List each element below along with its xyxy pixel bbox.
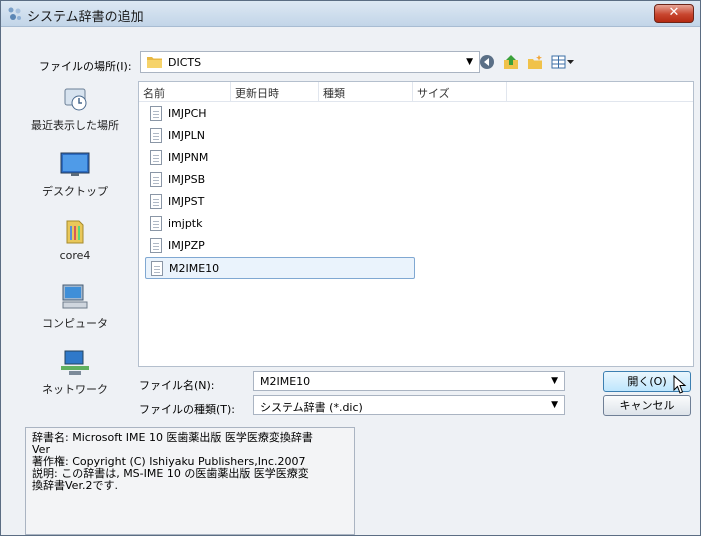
file-name: IMJPNM — [168, 151, 209, 164]
dictionary-app-icon — [8, 7, 21, 20]
file-name: IMJPZP — [168, 239, 205, 252]
close-button[interactable]: ✕ — [654, 4, 694, 23]
dialog-window: システム辞書の追加 ✕ ファイルの場所(I): DICTS ▼ 最近表示した場所… — [0, 0, 701, 536]
place-label: ネットワーク — [42, 383, 108, 396]
place-label: コンピュータ — [42, 317, 108, 330]
filename-label: ファイル名(N): — [139, 379, 215, 392]
file-name: IMJPLN — [168, 129, 205, 142]
chevron-down-icon[interactable]: ▼ — [551, 400, 558, 410]
file-name: IMJPST — [168, 195, 205, 208]
filetype-label: ファイルの種類(T): — [139, 403, 236, 416]
file-name: IMJPCH — [168, 107, 207, 120]
dictionary-description: 辞書名: Microsoft IME 10 医歯薬出版 医学医療変換辞書 Ver… — [25, 427, 355, 535]
file-icon — [150, 128, 162, 143]
file-item-selected[interactable]: M2IME10 — [145, 257, 415, 279]
file-item[interactable]: IMJPSB — [145, 169, 415, 191]
file-icon — [150, 106, 162, 121]
window-title: システム辞書の追加 — [27, 10, 144, 25]
file-name: M2IME10 — [169, 262, 220, 275]
place-label: core4 — [59, 249, 91, 262]
look-in-combo[interactable]: DICTS ▼ — [140, 51, 480, 73]
file-icon — [151, 261, 163, 276]
place-desktop[interactable]: デスクトップ — [17, 151, 133, 199]
file-list[interactable]: 名前 更新日時 種類 サイズ IMJPCH IMJPLN IMJPNM IMJP… — [138, 81, 694, 367]
file-item[interactable]: imjptk — [145, 213, 415, 235]
column-size[interactable]: サイズ — [413, 82, 507, 102]
file-icon — [150, 194, 162, 209]
mouse-cursor-icon — [673, 375, 687, 394]
back-icon[interactable] — [479, 54, 495, 70]
filetype-select[interactable]: システム辞書 (*.dic) ▼ — [253, 395, 565, 415]
cancel-button[interactable]: キャンセル — [603, 395, 691, 416]
chevron-down-icon[interactable]: ▼ — [551, 376, 558, 386]
filename-input[interactable]: M2IME10 ▼ — [253, 371, 565, 391]
new-folder-icon[interactable] — [527, 54, 543, 70]
file-item[interactable]: IMJPZP — [145, 235, 415, 257]
column-headers: 名前 更新日時 種類 サイズ — [139, 82, 693, 102]
place-recent[interactable]: 最近表示した場所 — [17, 85, 133, 133]
view-menu-icon[interactable] — [551, 54, 575, 70]
file-item[interactable]: IMJPCH — [145, 103, 415, 125]
folder-icon — [147, 57, 162, 68]
column-type[interactable]: 種類 — [319, 82, 413, 102]
place-network[interactable]: ネットワーク — [17, 349, 133, 397]
file-icon — [150, 150, 162, 165]
file-icon — [150, 216, 162, 231]
toolbar — [479, 51, 575, 73]
user-folder-icon — [66, 220, 84, 244]
place-label: デスクトップ — [42, 185, 108, 198]
filename-value: M2IME10 — [260, 375, 311, 388]
title-bar[interactable]: システム辞書の追加 ✕ — [1, 1, 700, 27]
look-in-label: ファイルの場所(I): — [39, 60, 132, 73]
places-bar: 最近表示した場所 デスクトップ core4 コンピュータ ネットワーク — [17, 81, 133, 411]
desktop-icon — [60, 152, 90, 176]
file-icon — [150, 238, 162, 253]
computer-icon — [62, 284, 88, 309]
look-in-value: DICTS — [168, 56, 202, 69]
place-user[interactable]: core4 — [17, 217, 133, 262]
recent-places-icon — [64, 88, 87, 111]
file-item[interactable]: IMJPST — [145, 191, 415, 213]
file-item[interactable]: IMJPNM — [145, 147, 415, 169]
file-icon — [150, 172, 162, 187]
network-icon — [61, 350, 89, 375]
up-folder-icon[interactable] — [503, 54, 519, 70]
file-name: IMJPSB — [168, 173, 206, 186]
dialog-body: ファイルの場所(I): DICTS ▼ 最近表示した場所 デスクトップ core… — [9, 37, 694, 535]
column-modified[interactable]: 更新日時 — [231, 82, 319, 102]
place-computer[interactable]: コンピュータ — [17, 283, 133, 331]
place-label: 最近表示した場所 — [31, 119, 119, 132]
filetype-value: システム辞書 (*.dic) — [260, 401, 363, 414]
column-name[interactable]: 名前 — [139, 82, 231, 102]
file-item[interactable]: IMJPLN — [145, 125, 415, 147]
chevron-down-icon[interactable]: ▼ — [466, 57, 473, 67]
file-name: imjptk — [168, 217, 203, 230]
